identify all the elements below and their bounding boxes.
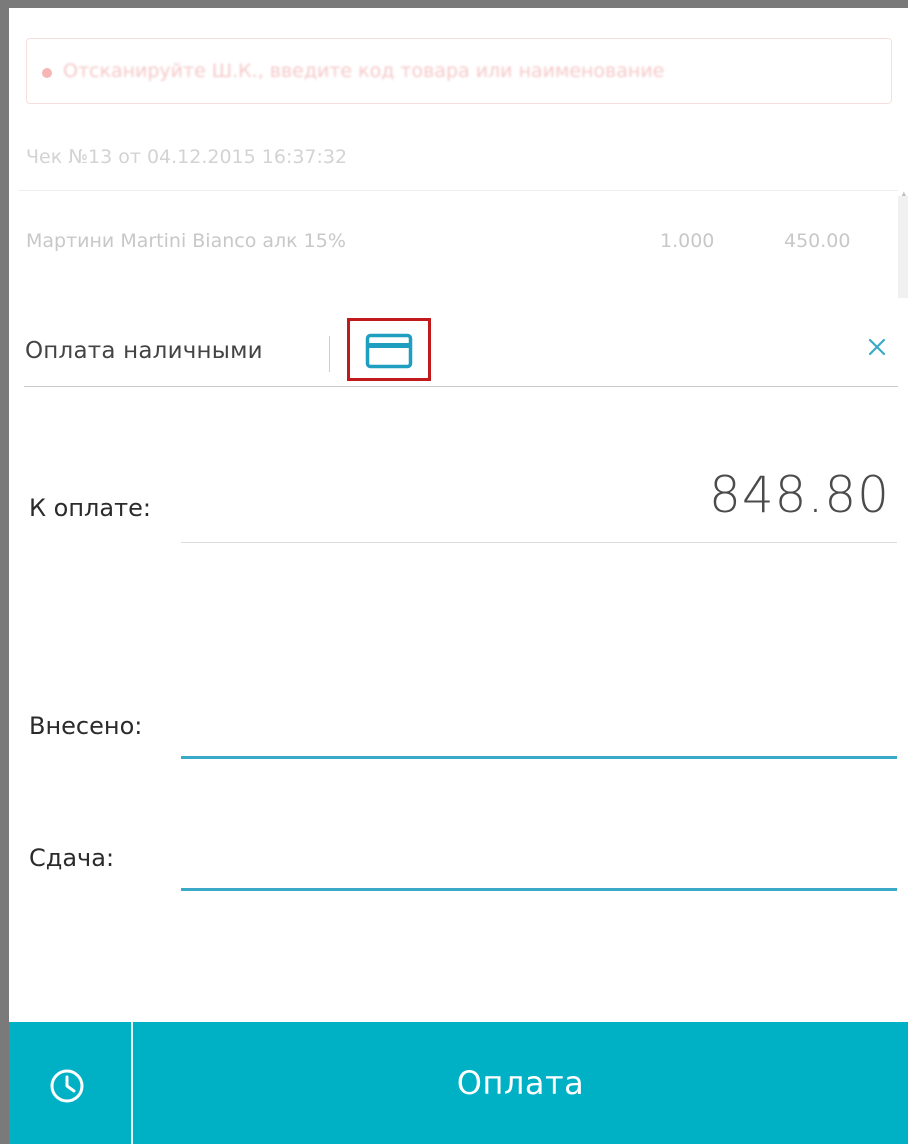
required-dot-icon [42,68,52,78]
scrollbar[interactable] [898,196,908,306]
divider [18,190,898,191]
receipt-item-row[interactable]: Мартини Martini Bianco алк 15% 1.000 450… [18,198,898,294]
deposited-input[interactable] [181,715,897,759]
payment-panel: Оплата наличными К оплате: 848.80 Внесен… [9,298,908,1144]
receipt-title: Чек №13 от 04.12.2015 16:37:32 [26,146,348,168]
item-quantity: 1.000 [660,230,715,252]
barcode-search-field[interactable]: Отсканируйте Ш.К., введите код товара ил… [26,38,892,104]
change-label: Сдача: [29,844,115,872]
clock-icon [50,1069,84,1103]
history-button[interactable] [9,1022,131,1144]
change-input[interactable] [181,847,897,891]
pay-button[interactable]: Оплата [133,1022,908,1144]
tab-divider [329,336,330,372]
background-sales-screen: Отсканируйте Ш.К., введите код товара ил… [9,8,908,306]
deposited-label: Внесено: [29,712,143,740]
tab-card-payment[interactable] [347,318,431,381]
tab-cash-payment[interactable]: Оплата наличными [25,338,263,364]
item-price: 450.00 [784,230,851,252]
payment-method-tabs: Оплата наличными [24,298,898,387]
close-icon[interactable] [862,332,892,362]
to-pay-amount: 848.80 [709,466,890,524]
item-name: Мартини Martini Bianco алк 15% [26,230,346,252]
search-placeholder: Отсканируйте Ш.К., введите код товара ил… [63,60,665,82]
to-pay-underline [181,542,897,543]
to-pay-label: К оплате: [29,494,151,522]
bottom-action-bar: Оплата [9,1022,908,1144]
credit-card-icon [365,333,413,369]
